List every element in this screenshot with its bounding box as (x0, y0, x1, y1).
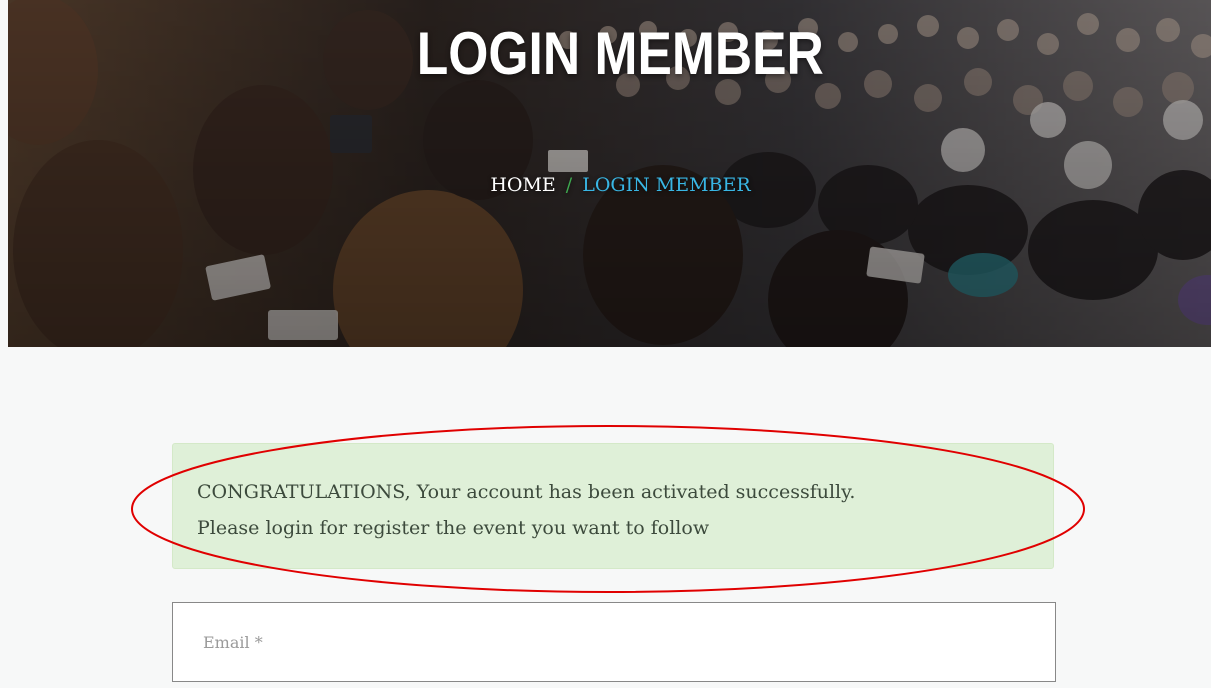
breadcrumb-current: LOGIN MEMBER (582, 174, 751, 196)
breadcrumb-separator: / (565, 174, 573, 196)
success-alert: CONGRATULATIONS, Your account has been a… (172, 443, 1054, 569)
email-field[interactable] (172, 602, 1056, 682)
breadcrumb: HOME / LOGIN MEMBER (8, 171, 1211, 199)
success-message-line-2: Please login for register the event you … (197, 517, 710, 539)
breadcrumb-home-link[interactable]: HOME (490, 174, 555, 196)
login-page: LOGIN MEMBER HOME / LOGIN MEMBER CONGRATUL… (0, 0, 1211, 688)
hero-banner: LOGIN MEMBER HOME / LOGIN MEMBER (8, 0, 1211, 347)
success-message-line-1: CONGRATULATIONS, Your account has been a… (197, 481, 856, 503)
email-input[interactable] (173, 603, 1055, 681)
page-title: LOGIN MEMBER (416, 20, 824, 87)
